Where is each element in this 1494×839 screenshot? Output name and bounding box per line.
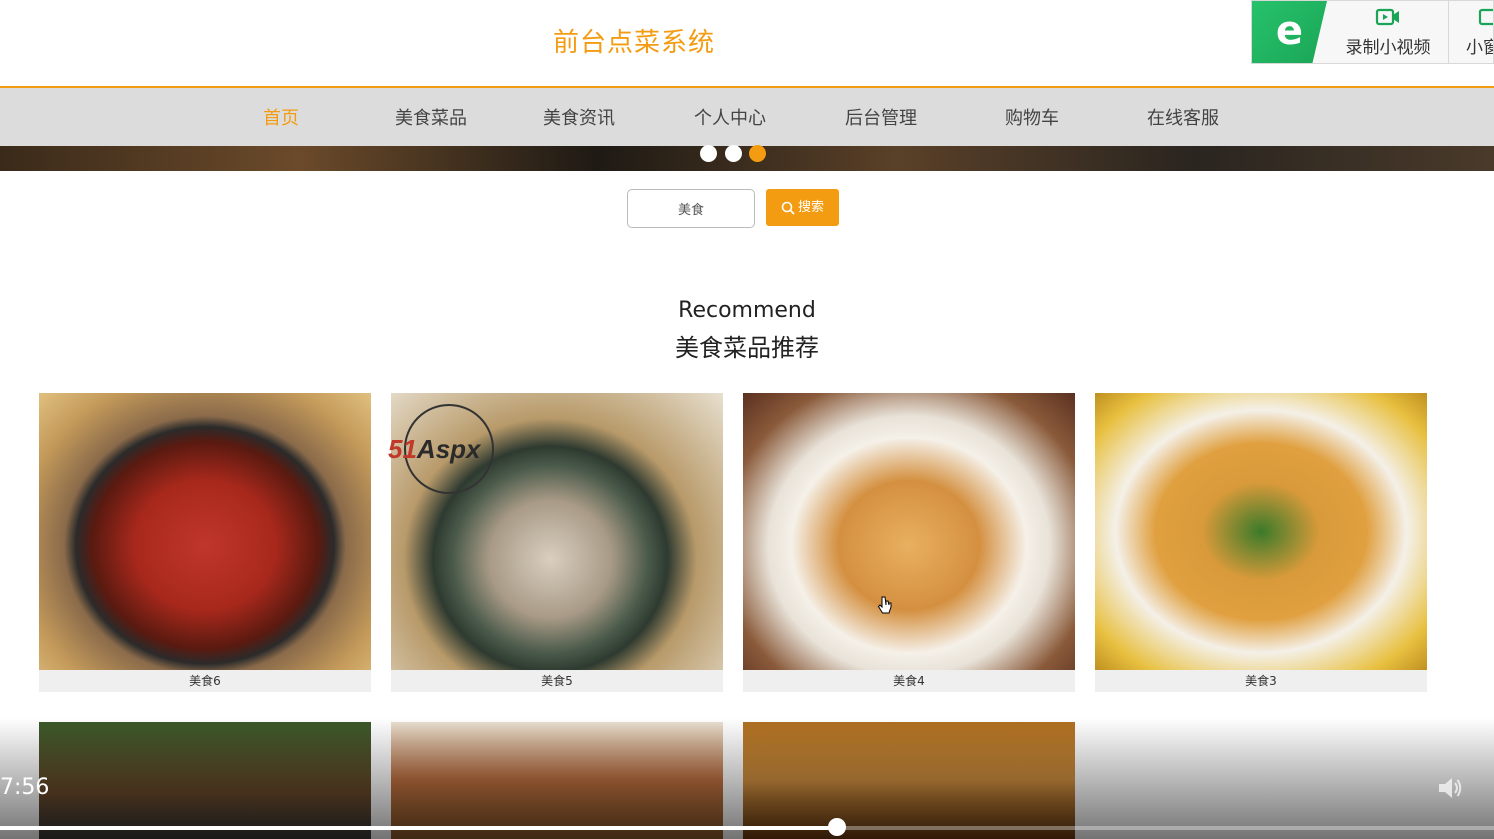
small-window-icon bbox=[1478, 7, 1493, 29]
watermark-text: 51Aspx bbox=[388, 434, 481, 464]
dish-image[interactable] bbox=[743, 393, 1075, 670]
small-window-label: 小窗 bbox=[1466, 38, 1493, 58]
browser-logo-icon: e bbox=[1252, 1, 1327, 63]
watermark-logo: 51Aspx bbox=[388, 404, 518, 494]
browser-extension-bar: e 录制小视频 小窗 bbox=[1251, 0, 1494, 64]
dish-caption[interactable]: 美食4 bbox=[743, 670, 1075, 692]
hand-cursor-icon bbox=[877, 596, 892, 614]
banner-carousel bbox=[0, 146, 1494, 171]
recommend-title-cn: 美食菜品推荐 bbox=[675, 334, 819, 362]
carousel-dot-2[interactable] bbox=[725, 145, 742, 162]
nav-item-profile[interactable]: 个人中心 bbox=[694, 104, 766, 130]
search-button[interactable]: 搜索 bbox=[766, 189, 839, 226]
site-title: 前台点菜系统 bbox=[553, 28, 716, 58]
search-icon bbox=[781, 201, 795, 215]
recommend-title-en: Recommend bbox=[678, 298, 816, 323]
carousel-dot-1[interactable] bbox=[700, 145, 717, 162]
nav-item-news[interactable]: 美食资讯 bbox=[543, 104, 615, 130]
dish-image[interactable] bbox=[39, 393, 371, 670]
search-input[interactable] bbox=[627, 189, 755, 228]
dish-caption[interactable]: 美食3 bbox=[1095, 670, 1427, 692]
nav-item-admin[interactable]: 后台管理 bbox=[845, 104, 917, 130]
main-nav: 首页 美食菜品 美食资讯 个人中心 后台管理 购物车 在线客服 bbox=[0, 88, 1494, 146]
volume-icon[interactable] bbox=[1436, 775, 1464, 801]
video-camera-icon bbox=[1375, 7, 1401, 29]
carousel-dot-3[interactable] bbox=[749, 145, 766, 162]
extension-divider bbox=[1448, 1, 1449, 63]
nav-item-home[interactable]: 首页 bbox=[263, 104, 299, 130]
progress-handle[interactable] bbox=[828, 818, 846, 836]
playback-time: 7:56 bbox=[0, 775, 50, 800]
video-player-controls bbox=[0, 718, 1494, 839]
dish-card[interactable]: 美食3 bbox=[1095, 393, 1427, 692]
progress-bar[interactable] bbox=[0, 826, 1494, 830]
nav-item-dishes[interactable]: 美食菜品 bbox=[395, 104, 467, 130]
dish-caption[interactable]: 美食5 bbox=[391, 670, 723, 692]
dish-card[interactable]: 美食6 bbox=[39, 393, 371, 692]
progress-fill bbox=[0, 826, 837, 830]
small-window-button[interactable]: 小窗 bbox=[1466, 5, 1493, 61]
record-video-label: 录制小视频 bbox=[1345, 38, 1431, 58]
search-button-label: 搜索 bbox=[797, 200, 824, 215]
nav-item-cart[interactable]: 购物车 bbox=[1005, 104, 1059, 130]
dish-card[interactable]: 美食4 bbox=[743, 393, 1075, 692]
record-video-button[interactable]: 录制小视频 bbox=[1332, 5, 1444, 61]
dish-image[interactable] bbox=[1095, 393, 1427, 670]
dish-caption[interactable]: 美食6 bbox=[39, 670, 371, 692]
nav-item-support[interactable]: 在线客服 bbox=[1147, 104, 1219, 130]
